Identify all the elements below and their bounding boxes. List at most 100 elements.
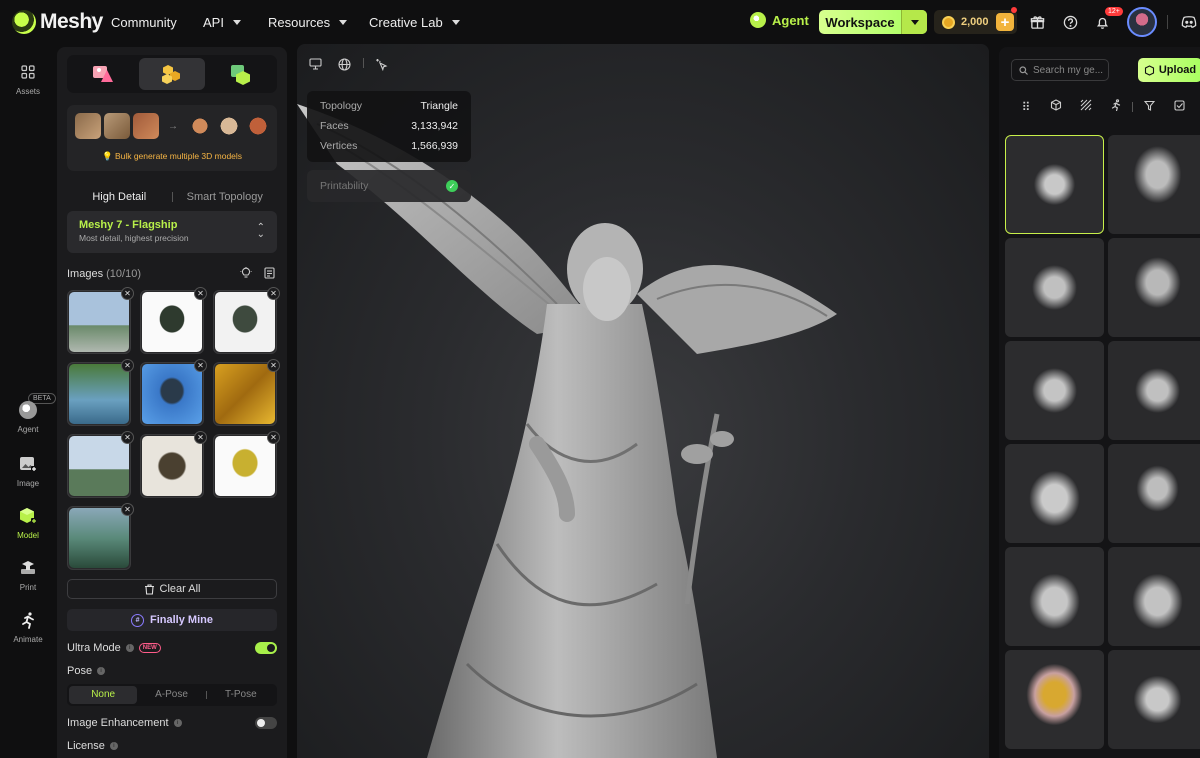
info-icon[interactable]: i	[97, 667, 106, 675]
pose-option-a-pose[interactable]: A-Pose	[137, 686, 205, 704]
uploaded-image[interactable]: ✕	[140, 287, 207, 354]
lightbulb-icon[interactable]	[240, 267, 252, 282]
uploaded-image[interactable]: ✕	[67, 503, 134, 570]
add-credits-button[interactable]: +	[996, 13, 1014, 31]
texture-icon[interactable]	[1071, 99, 1101, 114]
asset-thumbnail[interactable]	[1108, 135, 1200, 234]
nav-community[interactable]: Community	[111, 15, 177, 30]
asset-thumbnail[interactable]	[1108, 341, 1200, 440]
remove-image-button[interactable]: ✕	[194, 431, 207, 444]
pose-option-t-pose[interactable]: T-Pose	[207, 686, 275, 704]
asset-thumbnail[interactable]	[1108, 238, 1200, 337]
rail-label: Agent	[17, 425, 39, 434]
asset-thumbnail[interactable]	[1005, 547, 1104, 646]
select-checkbox-icon[interactable]	[1164, 99, 1194, 114]
rail-item-agent[interactable]: Agent	[0, 400, 56, 434]
model-viewport[interactable]: Topology Triangle Faces 3,133,942 Vertices…	[297, 44, 989, 758]
workspace-dropdown-toggle[interactable]	[901, 10, 927, 34]
remove-image-button[interactable]: ✕	[194, 287, 207, 300]
remove-image-button[interactable]: ✕	[121, 287, 134, 300]
uploaded-image[interactable]: ✕	[213, 359, 280, 426]
rail-item-animate[interactable]: Animate	[0, 610, 56, 644]
info-icon[interactable]: i	[173, 719, 182, 727]
uploaded-image[interactable]: ✕	[67, 359, 134, 426]
coin-icon	[942, 15, 955, 29]
image-enhancement-toggle[interactable]	[255, 717, 277, 729]
workspace-button[interactable]: Workspace	[819, 10, 927, 34]
info-icon[interactable]: i	[125, 644, 134, 652]
tab-text-to-3d[interactable]	[70, 58, 137, 90]
asset-thumbnail[interactable]	[1108, 547, 1200, 646]
detail-mode-tabs: High Detail Smart Topology	[67, 185, 277, 209]
upload-button[interactable]: Upload	[1138, 58, 1200, 82]
uploaded-image[interactable]: ✕	[67, 431, 134, 498]
asset-thumbnail[interactable]	[1005, 650, 1104, 749]
nav-creative-lab-label: Creative Lab	[369, 15, 443, 30]
printability-label: Printability	[320, 180, 369, 192]
discord-icon[interactable]	[1180, 13, 1198, 31]
trash-icon	[144, 583, 154, 595]
uploaded-image[interactable]: ✕	[213, 431, 280, 498]
rail-item-model[interactable]: Model	[0, 506, 56, 540]
ultra-mode-toggle[interactable]	[255, 642, 277, 654]
finally-mine-button[interactable]: # Finally Mine	[67, 609, 277, 631]
remove-image-button[interactable]: ✕	[121, 359, 134, 372]
tab-high-detail[interactable]: High Detail	[67, 191, 172, 203]
all-grid-icon[interactable]: ⠿	[1011, 100, 1041, 114]
asset-thumbnail[interactable]	[1108, 444, 1200, 543]
remove-image-button[interactable]: ✕	[267, 431, 280, 444]
globe-icon[interactable]	[336, 56, 352, 72]
remove-image-button[interactable]: ✕	[194, 359, 207, 372]
nav-resources[interactable]: Resources	[268, 15, 348, 30]
gift-icon[interactable]	[1028, 13, 1046, 31]
uploaded-image[interactable]: ✕	[140, 359, 207, 426]
nav-api[interactable]: API	[203, 15, 241, 30]
pose-option-none[interactable]: None	[69, 686, 138, 704]
asset-thumbnail[interactable]	[1005, 135, 1104, 234]
rail-item-print[interactable]: Print	[0, 558, 56, 592]
bulk-model-thumb	[216, 113, 242, 139]
nav-divider	[1167, 15, 1168, 29]
uploaded-image[interactable]: ✕	[213, 287, 280, 354]
asset-thumbnail[interactable]	[1108, 650, 1200, 749]
rail-item-assets[interactable]: Assets	[0, 62, 56, 96]
search-input[interactable]: Search my ge...	[1011, 59, 1109, 81]
credits-balance[interactable]: 2,000 +	[934, 7, 1017, 34]
clear-all-button[interactable]: Clear All	[67, 579, 277, 599]
printability-card[interactable]: Printability ✓	[307, 170, 471, 202]
bulk-generate-card[interactable]: → 💡 Bulk generate multiple 3D models	[67, 105, 277, 171]
asset-thumbnail[interactable]	[1005, 341, 1104, 440]
tab-smart-topology[interactable]: Smart Topology	[173, 191, 278, 203]
asset-thumbnail[interactable]	[1005, 238, 1104, 337]
check-icon: ✓	[446, 180, 458, 192]
animation-figure-icon[interactable]	[1101, 99, 1131, 114]
model-version-select[interactable]: Meshy 7 - Flagship Most detail, highest …	[67, 211, 277, 253]
bulk-preview-thumbs: →	[75, 113, 271, 139]
hash-icon: #	[131, 613, 145, 627]
cube-icon	[18, 506, 38, 526]
rail-item-image[interactable]: Image	[0, 454, 56, 488]
remove-image-button[interactable]: ✕	[121, 431, 134, 444]
filter-icon[interactable]	[1134, 100, 1164, 114]
ultra-mode-label: Ultra Mode	[67, 642, 121, 654]
monitor-icon[interactable]	[307, 56, 323, 72]
tab-batch[interactable]	[138, 58, 206, 90]
uploaded-image[interactable]: ✕	[67, 287, 134, 354]
meshy-logo[interactable]: Meshy	[12, 9, 103, 35]
nav-creative-lab[interactable]: Creative Lab	[369, 15, 460, 30]
meshy-logo-icon	[12, 10, 36, 34]
cube-outline-icon[interactable]	[1041, 99, 1071, 114]
bulk-generate-label: Bulk generate multiple 3D models	[114, 151, 243, 161]
sparkle-pointer-icon[interactable]	[373, 56, 389, 72]
avatar[interactable]	[1127, 7, 1157, 37]
remove-image-button[interactable]: ✕	[267, 287, 280, 300]
info-icon[interactable]: i	[109, 742, 118, 750]
remove-image-button[interactable]: ✕	[267, 359, 280, 372]
help-icon[interactable]	[1061, 13, 1079, 31]
document-icon[interactable]	[264, 267, 275, 282]
tab-image-to-3d[interactable]	[207, 58, 274, 90]
uploaded-image[interactable]: ✕	[140, 431, 207, 498]
asset-thumbnail[interactable]	[1005, 444, 1104, 543]
remove-image-button[interactable]: ✕	[121, 503, 134, 516]
agent-button[interactable]: Agent	[750, 12, 809, 28]
